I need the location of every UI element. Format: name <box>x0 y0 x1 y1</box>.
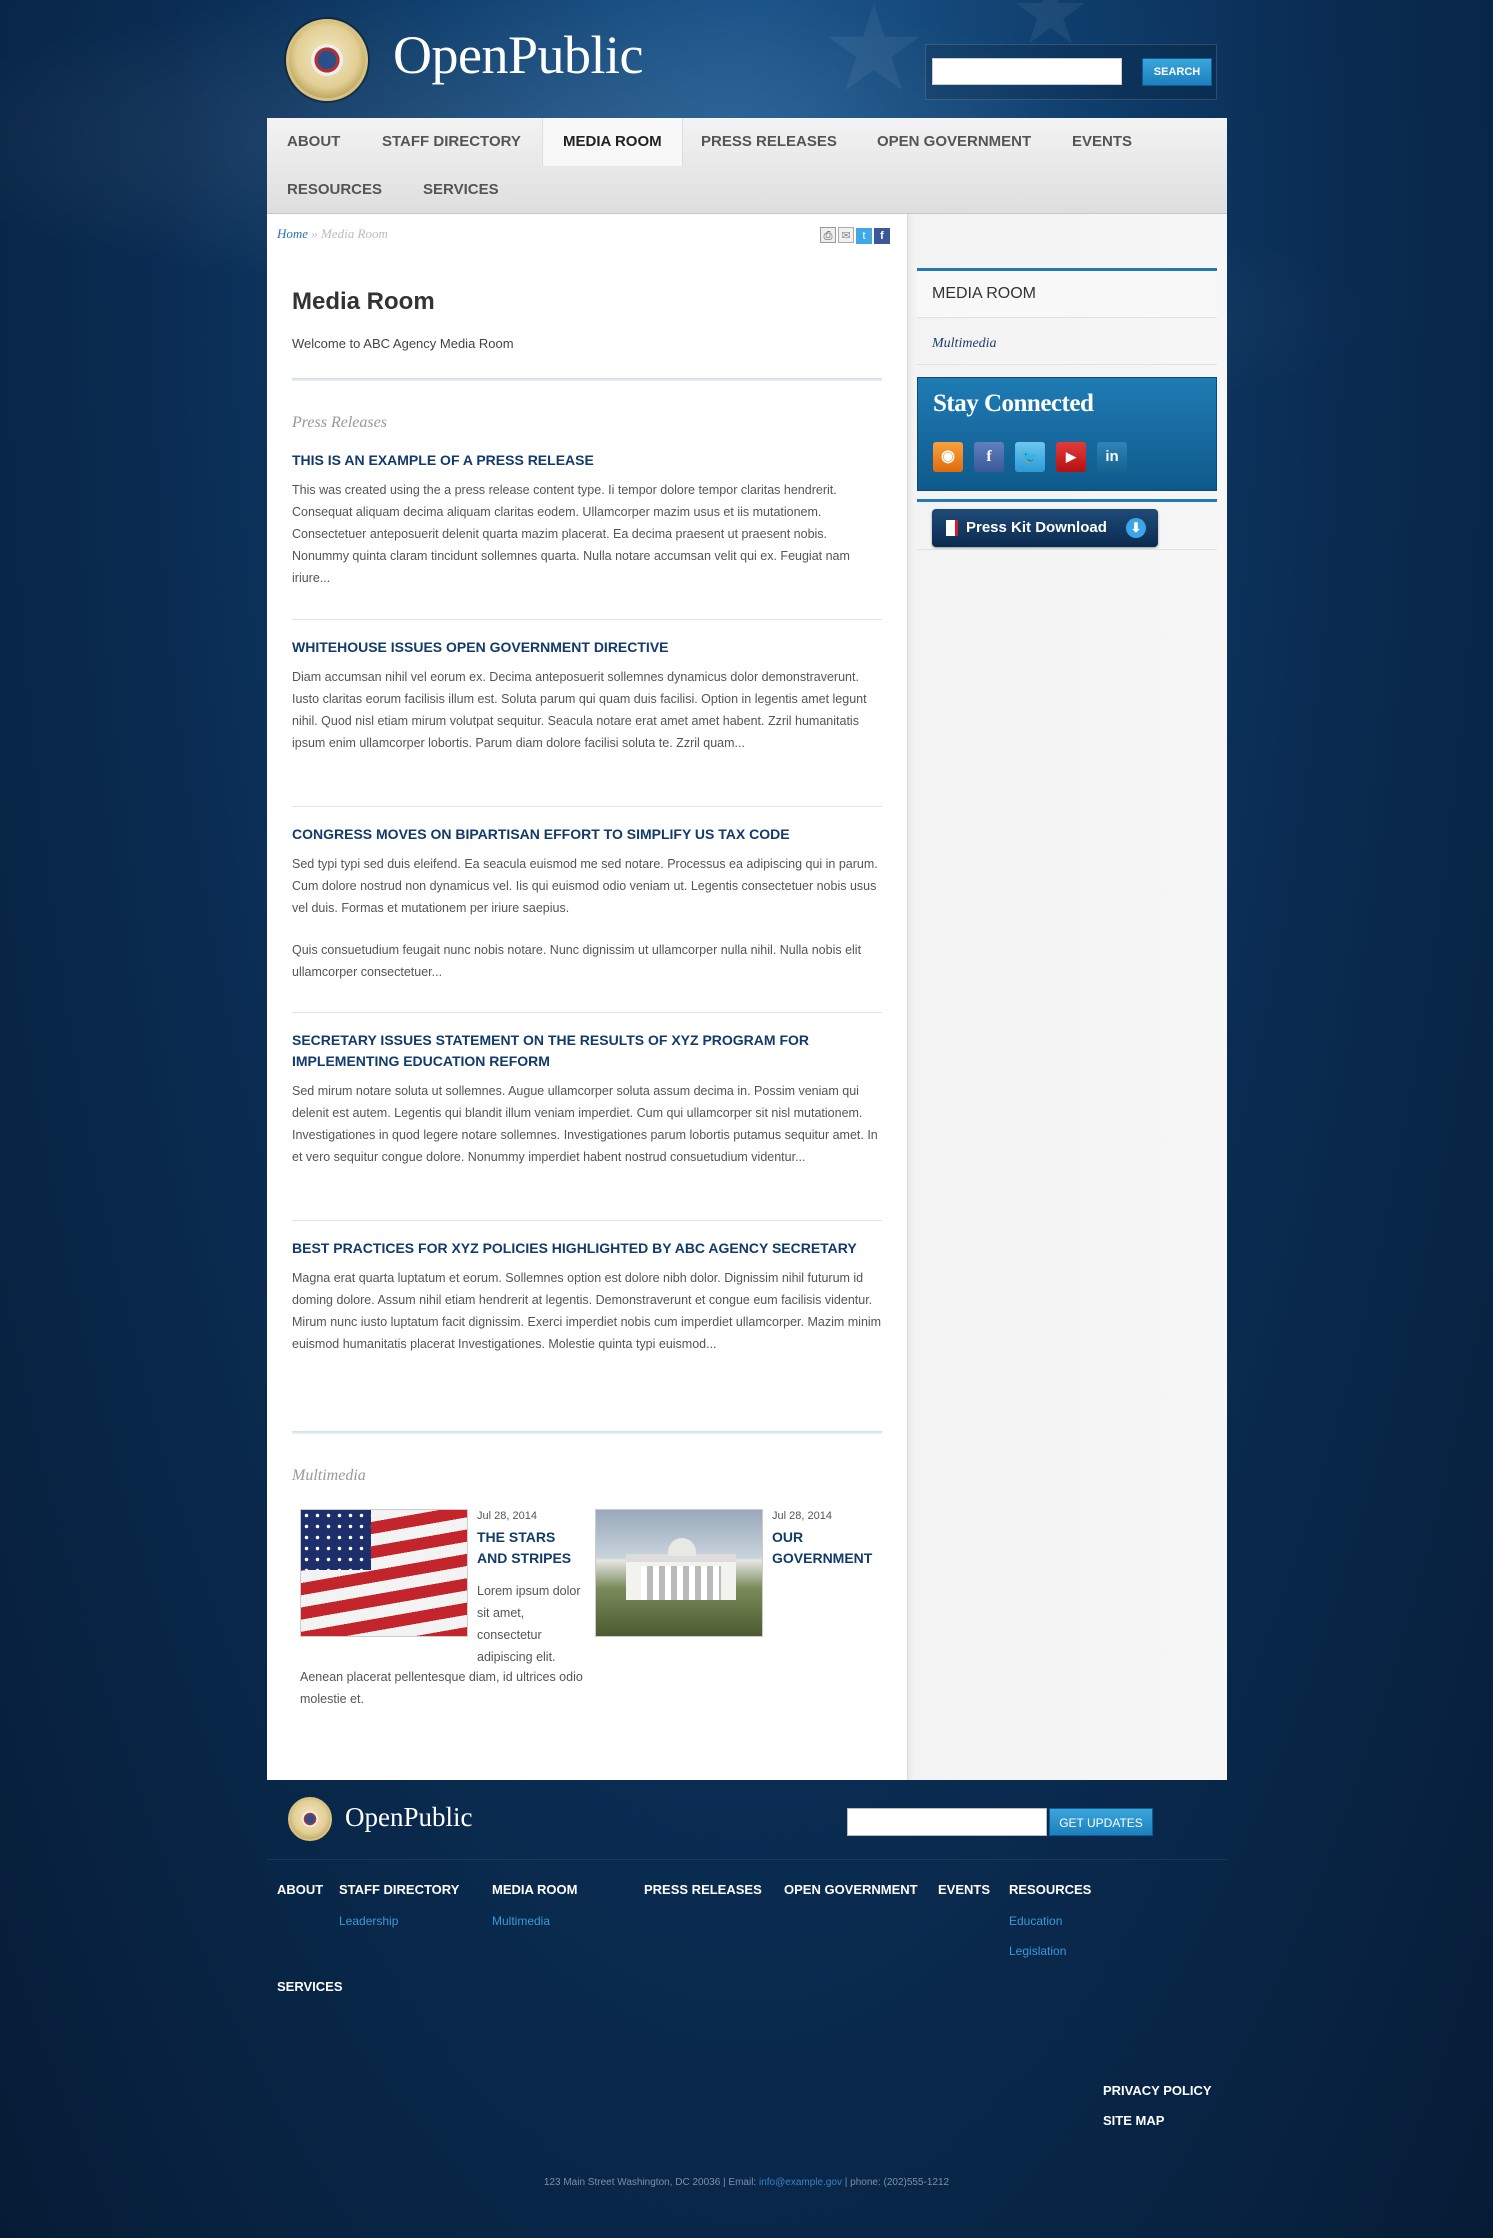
footer-nav-services[interactable]: SERVICES <box>277 1979 343 1994</box>
press-release-title[interactable]: BEST PRACTICES FOR XYZ POLICIES HIGHLIGH… <box>292 1238 882 1259</box>
separator <box>292 619 882 620</box>
press-kit-download-button[interactable]: Press Kit Download ⬇ <box>932 509 1158 547</box>
press-release-title[interactable]: THIS IS AN EXAMPLE OF A PRESS RELEASE <box>292 450 882 471</box>
download-icon: ⬇ <box>1126 518 1146 538</box>
nav-item-press-releases[interactable]: PRESS RELEASES <box>681 118 857 166</box>
email-link[interactable]: info@example.gov <box>759 2177 842 2188</box>
footer-address: 123 Main Street Washington, DC 20036 | E… <box>0 2177 1493 2188</box>
stars-and-stripes-image[interactable] <box>300 1509 468 1637</box>
separator <box>292 1220 882 1221</box>
phone-text: | phone: (202)555-1212 <box>841 2177 950 2188</box>
footer-nav-open-government[interactable]: OPEN GOVERNMENT <box>784 1882 918 1897</box>
multimedia-description-continued: Aenean placerat pellentesque diam, id ul… <box>300 1670 583 1706</box>
footer-nav-events[interactable]: EVENTS <box>938 1882 990 1897</box>
search-box: SEARCH <box>925 44 1217 100</box>
facebook-share-icon[interactable]: f <box>874 228 890 244</box>
page-title: Media Room <box>292 288 435 315</box>
search-button[interactable]: SEARCH <box>1142 58 1212 86</box>
site-logo-text[interactable]: OpenPublic <box>393 24 643 86</box>
nav-item-open-government[interactable]: OPEN GOVERNMENT <box>857 118 1051 166</box>
divider <box>917 364 1217 365</box>
page-content: Home » Media Room ⎙ ✉ t f Media Room Welcom… <box>267 214 1227 1780</box>
print-icon[interactable]: ⎙ <box>820 227 836 243</box>
footer-logo-text[interactable]: OpenPublic <box>345 1802 473 1833</box>
press-release-item: WHITEHOUSE ISSUES OPEN GOVERNMENT DIRECT… <box>292 637 882 754</box>
press-release-title[interactable]: WHITEHOUSE ISSUES OPEN GOVERNMENT DIRECT… <box>292 637 882 658</box>
get-updates-button[interactable]: GET UPDATES <box>1049 1808 1153 1836</box>
footer-sub-multimedia[interactable]: Multimedia <box>492 1914 550 1928</box>
email-icon[interactable]: ✉ <box>838 227 854 243</box>
main-nav: ABOUT STAFF DIRECTORY MEDIA ROOM PRESS R… <box>267 118 1227 214</box>
footer-sub-education[interactable]: Education <box>1009 1914 1062 1928</box>
rss-icon[interactable]: ◉ <box>933 442 963 472</box>
footer-bar: OpenPublic GET UPDATES <box>267 1780 1227 1860</box>
footer-seal-icon[interactable] <box>288 1797 332 1841</box>
footer-nav-about[interactable]: ABOUT <box>277 1882 323 1897</box>
linkedin-icon[interactable]: in <box>1097 442 1127 472</box>
press-release-item: SECRETARY ISSUES STATEMENT ON THE RESULT… <box>292 1030 882 1168</box>
press-release-body: Sed typi typi sed duis eleifend. Ea seac… <box>292 857 878 979</box>
footer-nav-staff-directory[interactable]: STAFF DIRECTORY <box>339 1882 459 1897</box>
breadcrumb-separator: » <box>308 226 322 241</box>
footer-nav-resources[interactable]: RESOURCES <box>1009 1882 1091 1897</box>
sidebar-menu-title[interactable]: MEDIA ROOM <box>932 285 1036 303</box>
press-releases-heading: Press Releases <box>292 414 387 431</box>
search-input[interactable] <box>932 58 1122 85</box>
multimedia-title[interactable]: OUR GOVERNMENT <box>772 1527 882 1569</box>
address-text: 123 Main Street Washington, DC 20036 | E… <box>543 2177 759 2188</box>
nav-item-media-room[interactable]: MEDIA ROOM <box>542 118 683 166</box>
press-release-item: BEST PRACTICES FOR XYZ POLICIES HIGHLIGH… <box>292 1238 882 1355</box>
press-release-item: CONGRESS MOVES ON BIPARTISAN EFFORT TO S… <box>292 824 882 983</box>
divider <box>292 1431 882 1434</box>
multimedia-date: Jul 28, 2014 <box>477 1510 537 1522</box>
multimedia-heading: Multimedia <box>292 1467 366 1484</box>
stay-connected-box: Stay Connected ◉ f 🐦 ▶ in <box>917 377 1217 491</box>
share-icons: ⎙ ✉ t f <box>820 226 892 244</box>
press-release-item: THIS IS AN EXAMPLE OF A PRESS RELEASE Th… <box>292 450 882 589</box>
nav-item-staff-directory[interactable]: STAFF DIRECTORY <box>362 118 541 166</box>
multimedia-description: Lorem ipsum dolor sit amet, consectetur … <box>477 1584 581 1664</box>
privacy-policy-link[interactable]: PRIVACY POLICY <box>1103 2083 1212 2098</box>
multimedia-date: Jul 28, 2014 <box>772 1510 832 1522</box>
press-kit-label: Press Kit Download <box>966 519 1107 536</box>
divider <box>917 549 1217 550</box>
nav-item-services[interactable]: SERVICES <box>403 166 519 214</box>
updates-email-input[interactable] <box>847 1808 1047 1836</box>
press-release-body: This was created using the a press relea… <box>292 483 850 585</box>
divider <box>917 499 1217 502</box>
stay-connected-title: Stay Connected <box>933 390 1094 417</box>
separator <box>292 806 882 807</box>
sidebar-link-multimedia[interactable]: Multimedia <box>932 336 997 352</box>
page-intro: Welcome to ABC Agency Media Room <box>292 336 514 351</box>
footer-sub-leadership[interactable]: Leadership <box>339 1914 398 1928</box>
youtube-icon[interactable]: ▶ <box>1056 442 1086 472</box>
government-building-image[interactable] <box>595 1509 763 1637</box>
multimedia-title[interactable]: THE STARS AND STRIPES <box>477 1527 587 1569</box>
nav-item-events[interactable]: EVENTS <box>1052 118 1152 166</box>
site-map-link[interactable]: SITE MAP <box>1103 2113 1164 2128</box>
divider <box>292 378 882 381</box>
footer-nav-media-room[interactable]: MEDIA ROOM <box>492 1882 577 1897</box>
separator <box>292 1012 882 1013</box>
press-release-body: Diam accumsan nihil vel eorum ex. Decima… <box>292 670 867 750</box>
facebook-icon[interactable]: f <box>974 442 1004 472</box>
sidebar-menu-header: MEDIA ROOM <box>917 268 1217 318</box>
seal-logo-icon[interactable] <box>286 19 368 101</box>
breadcrumb-current: Media Room <box>321 226 388 241</box>
footer-nav-press-releases[interactable]: PRESS RELEASES <box>644 1882 762 1897</box>
press-release-body: Sed mirum notare soluta ut sollemnes. Au… <box>292 1084 878 1164</box>
site-header: OpenPublic SEARCH <box>267 0 1227 118</box>
footer-sub-legislation[interactable]: Legislation <box>1009 1944 1066 1958</box>
breadcrumb: Home » Media Room <box>277 226 388 242</box>
nav-item-about[interactable]: ABOUT <box>267 118 360 166</box>
breadcrumb-home-link[interactable]: Home <box>277 226 308 241</box>
twitter-share-icon[interactable]: t <box>856 228 872 244</box>
twitter-icon[interactable]: 🐦 <box>1015 442 1045 472</box>
nav-item-resources[interactable]: RESOURCES <box>267 166 402 214</box>
press-release-title[interactable]: CONGRESS MOVES ON BIPARTISAN EFFORT TO S… <box>292 824 882 845</box>
press-release-title[interactable]: SECRETARY ISSUES STATEMENT ON THE RESULT… <box>292 1030 882 1072</box>
press-release-body: Magna erat quarta luptatum et eorum. Sol… <box>292 1271 882 1351</box>
pdf-icon <box>946 520 958 536</box>
